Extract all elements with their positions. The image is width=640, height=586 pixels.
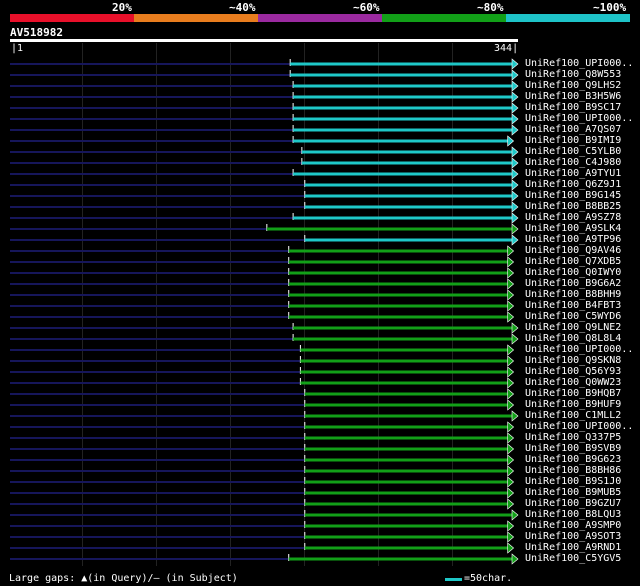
hit-arrow-icon <box>511 69 519 81</box>
hit-arrow-icon <box>511 124 519 136</box>
hit-arrow-icon <box>511 212 519 224</box>
hit-name-link[interactable]: UniRef100_C5YLB0 <box>525 146 621 157</box>
hit-arrow-icon <box>511 410 519 422</box>
hit-name-link[interactable]: UniRef100_B8LQU3 <box>525 509 621 520</box>
hit-name-link[interactable]: UniRef100_C1MLL2 <box>525 410 621 421</box>
hit-name-link[interactable]: UniRef100_B9SVB9 <box>525 443 621 454</box>
hit-arrow-icon <box>507 520 515 532</box>
hit-name-link[interactable]: UniRef100_B9G145 <box>525 190 621 201</box>
hit-arrow-icon <box>507 498 515 510</box>
hit-arrow-icon <box>511 509 519 521</box>
hit-name-link[interactable]: UniRef100_B8BH86 <box>525 465 621 476</box>
hit-arrow-icon <box>511 234 519 246</box>
hit-arrow-icon <box>507 245 515 257</box>
hit-arrow-icon <box>507 267 515 279</box>
hit-arrow-icon <box>507 421 515 433</box>
hit-name-link[interactable]: UniRef100_A9TP96 <box>525 234 621 245</box>
hit-arrow-icon <box>511 168 519 180</box>
hit-arrow-icon <box>511 190 519 202</box>
hit-arrow-icon <box>507 487 515 499</box>
hit-name-link[interactable]: UniRef100_B9GZU7 <box>525 498 621 509</box>
hit-name-link[interactable]: UniRef100_B9IMI9 <box>525 135 621 146</box>
hit-arrow-icon <box>507 355 515 367</box>
hit-arrow-icon <box>507 443 515 455</box>
hit-arrow-icon <box>507 476 515 488</box>
hit-arrow-icon <box>507 366 515 378</box>
hit-name-link[interactable]: UniRef100_Q8W553 <box>525 69 621 80</box>
hit-name-link[interactable]: UniRef100_A9RND1 <box>525 542 621 553</box>
hit-arrow-icon <box>511 553 519 565</box>
hit-arrow-icon <box>507 278 515 290</box>
hit-name-link[interactable]: UniRef100_Q56Y93 <box>525 366 621 377</box>
hit-name-link[interactable]: UniRef100_Q0IWY0 <box>525 267 621 278</box>
hit-name-link[interactable]: UniRef100_A9SOT3 <box>525 531 621 542</box>
hit-name-link[interactable]: UniRef100_B4FBT3 <box>525 300 621 311</box>
hit-name-link[interactable]: UniRef100_B9HUF9 <box>525 399 621 410</box>
hit-name-link[interactable]: UniRef100_B9G6A2 <box>525 278 621 289</box>
hit-name-link[interactable]: UniRef100_Q9AV46 <box>525 245 621 256</box>
hit-arrow-icon <box>507 289 515 301</box>
hit-name-link[interactable]: UniRef100_UPI000.. <box>525 58 633 69</box>
hit-arrow-icon <box>507 399 515 411</box>
hit-arrow-icon <box>511 333 519 345</box>
hit-name-link[interactable]: UniRef100_B8BB25 <box>525 201 621 212</box>
hit-arrow-icon <box>507 300 515 312</box>
hit-arrow-icon <box>511 58 519 70</box>
hit-arrow-icon <box>507 256 515 268</box>
hit-arrow-icon <box>507 542 515 554</box>
hit-arrow-icon <box>507 311 515 323</box>
hit-name-link[interactable]: UniRef100_UPI000.. <box>525 344 633 355</box>
hit-name-link[interactable]: UniRef100_Q9LHS2 <box>525 80 621 91</box>
hit-name-link[interactable]: UniRef100_Q9SKN8 <box>525 355 621 366</box>
hit-name-link[interactable]: UniRef100_A9TYU1 <box>525 168 621 179</box>
hit-arrow-icon <box>507 388 515 400</box>
hit-name-link[interactable]: UniRef100_A9SLK4 <box>525 223 621 234</box>
large-gaps-legend: Large gaps: ▲(in Query)/‒ (in Subject) <box>9 573 238 584</box>
scale-bar-sample <box>445 578 462 581</box>
hit-arrow-icon <box>511 201 519 213</box>
hit-arrow-icon <box>511 146 519 158</box>
hit-name-link[interactable]: UniRef100_Q8L8L4 <box>525 333 621 344</box>
hit-name-link[interactable]: UniRef100_A9SZ78 <box>525 212 621 223</box>
hit-name-link[interactable]: UniRef100_UPI000.. <box>525 113 633 124</box>
hit-name-link[interactable]: UniRef100_A7QS07 <box>525 124 621 135</box>
hit-name-link[interactable]: UniRef100_UPI000.. <box>525 421 633 432</box>
hit-arrow-icon <box>507 377 515 389</box>
hit-name-link[interactable]: UniRef100_A9SMP0 <box>525 520 621 531</box>
hit-name-link[interactable]: UniRef100_C5YGV5 <box>525 553 621 564</box>
scale-bar-label: =50char. <box>464 573 513 584</box>
hit-arrow-icon <box>511 223 519 235</box>
hit-arrow-icon <box>511 179 519 191</box>
hit-name-link[interactable]: UniRef100_B9HQB7 <box>525 388 621 399</box>
hit-name-link[interactable]: UniRef100_B9SC17 <box>525 102 621 113</box>
hit-arrow-icon <box>511 157 519 169</box>
hit-arrow-icon <box>507 432 515 444</box>
hit-arrow-icon <box>511 113 519 125</box>
hit-arrow-icon <box>507 454 515 466</box>
hit-arrow-icon <box>507 531 515 543</box>
hit-name-link[interactable]: UniRef100_Q337P5 <box>525 432 621 443</box>
hit-name-link[interactable]: UniRef100_Q7XDB5 <box>525 256 621 267</box>
hit-name-link[interactable]: UniRef100_C4J980 <box>525 157 621 168</box>
hit-name-link[interactable]: UniRef100_Q0WW23 <box>525 377 621 388</box>
hit-arrow-icon <box>507 344 515 356</box>
hit-name-link[interactable]: UniRef100_Q6Z9J1 <box>525 179 621 190</box>
hit-arrow-icon <box>511 91 519 103</box>
hit-name-link[interactable]: UniRef100_B9S1J0 <box>525 476 621 487</box>
blast-overview: 20% ~40% ~60% ~80% ~100% AV518982 |1 344… <box>0 0 640 586</box>
hit-name-link[interactable]: UniRef100_B9MUB5 <box>525 487 621 498</box>
hit-name-link[interactable]: UniRef100_B9G623 <box>525 454 621 465</box>
hit-name-link[interactable]: UniRef100_Q9LNE2 <box>525 322 621 333</box>
hit-arrow-icon <box>511 102 519 114</box>
hit-arrow-icon <box>511 322 519 334</box>
hit-arrow-icon <box>507 465 515 477</box>
hit-arrow-icon <box>507 135 515 147</box>
hit-arrow-icon <box>511 80 519 92</box>
hit-name-link[interactable]: UniRef100_B3H5W6 <box>525 91 621 102</box>
hit-name-link[interactable]: UniRef100_B8BHH9 <box>525 289 621 300</box>
hit-name-link[interactable]: UniRef100_C5WYD6 <box>525 311 621 322</box>
